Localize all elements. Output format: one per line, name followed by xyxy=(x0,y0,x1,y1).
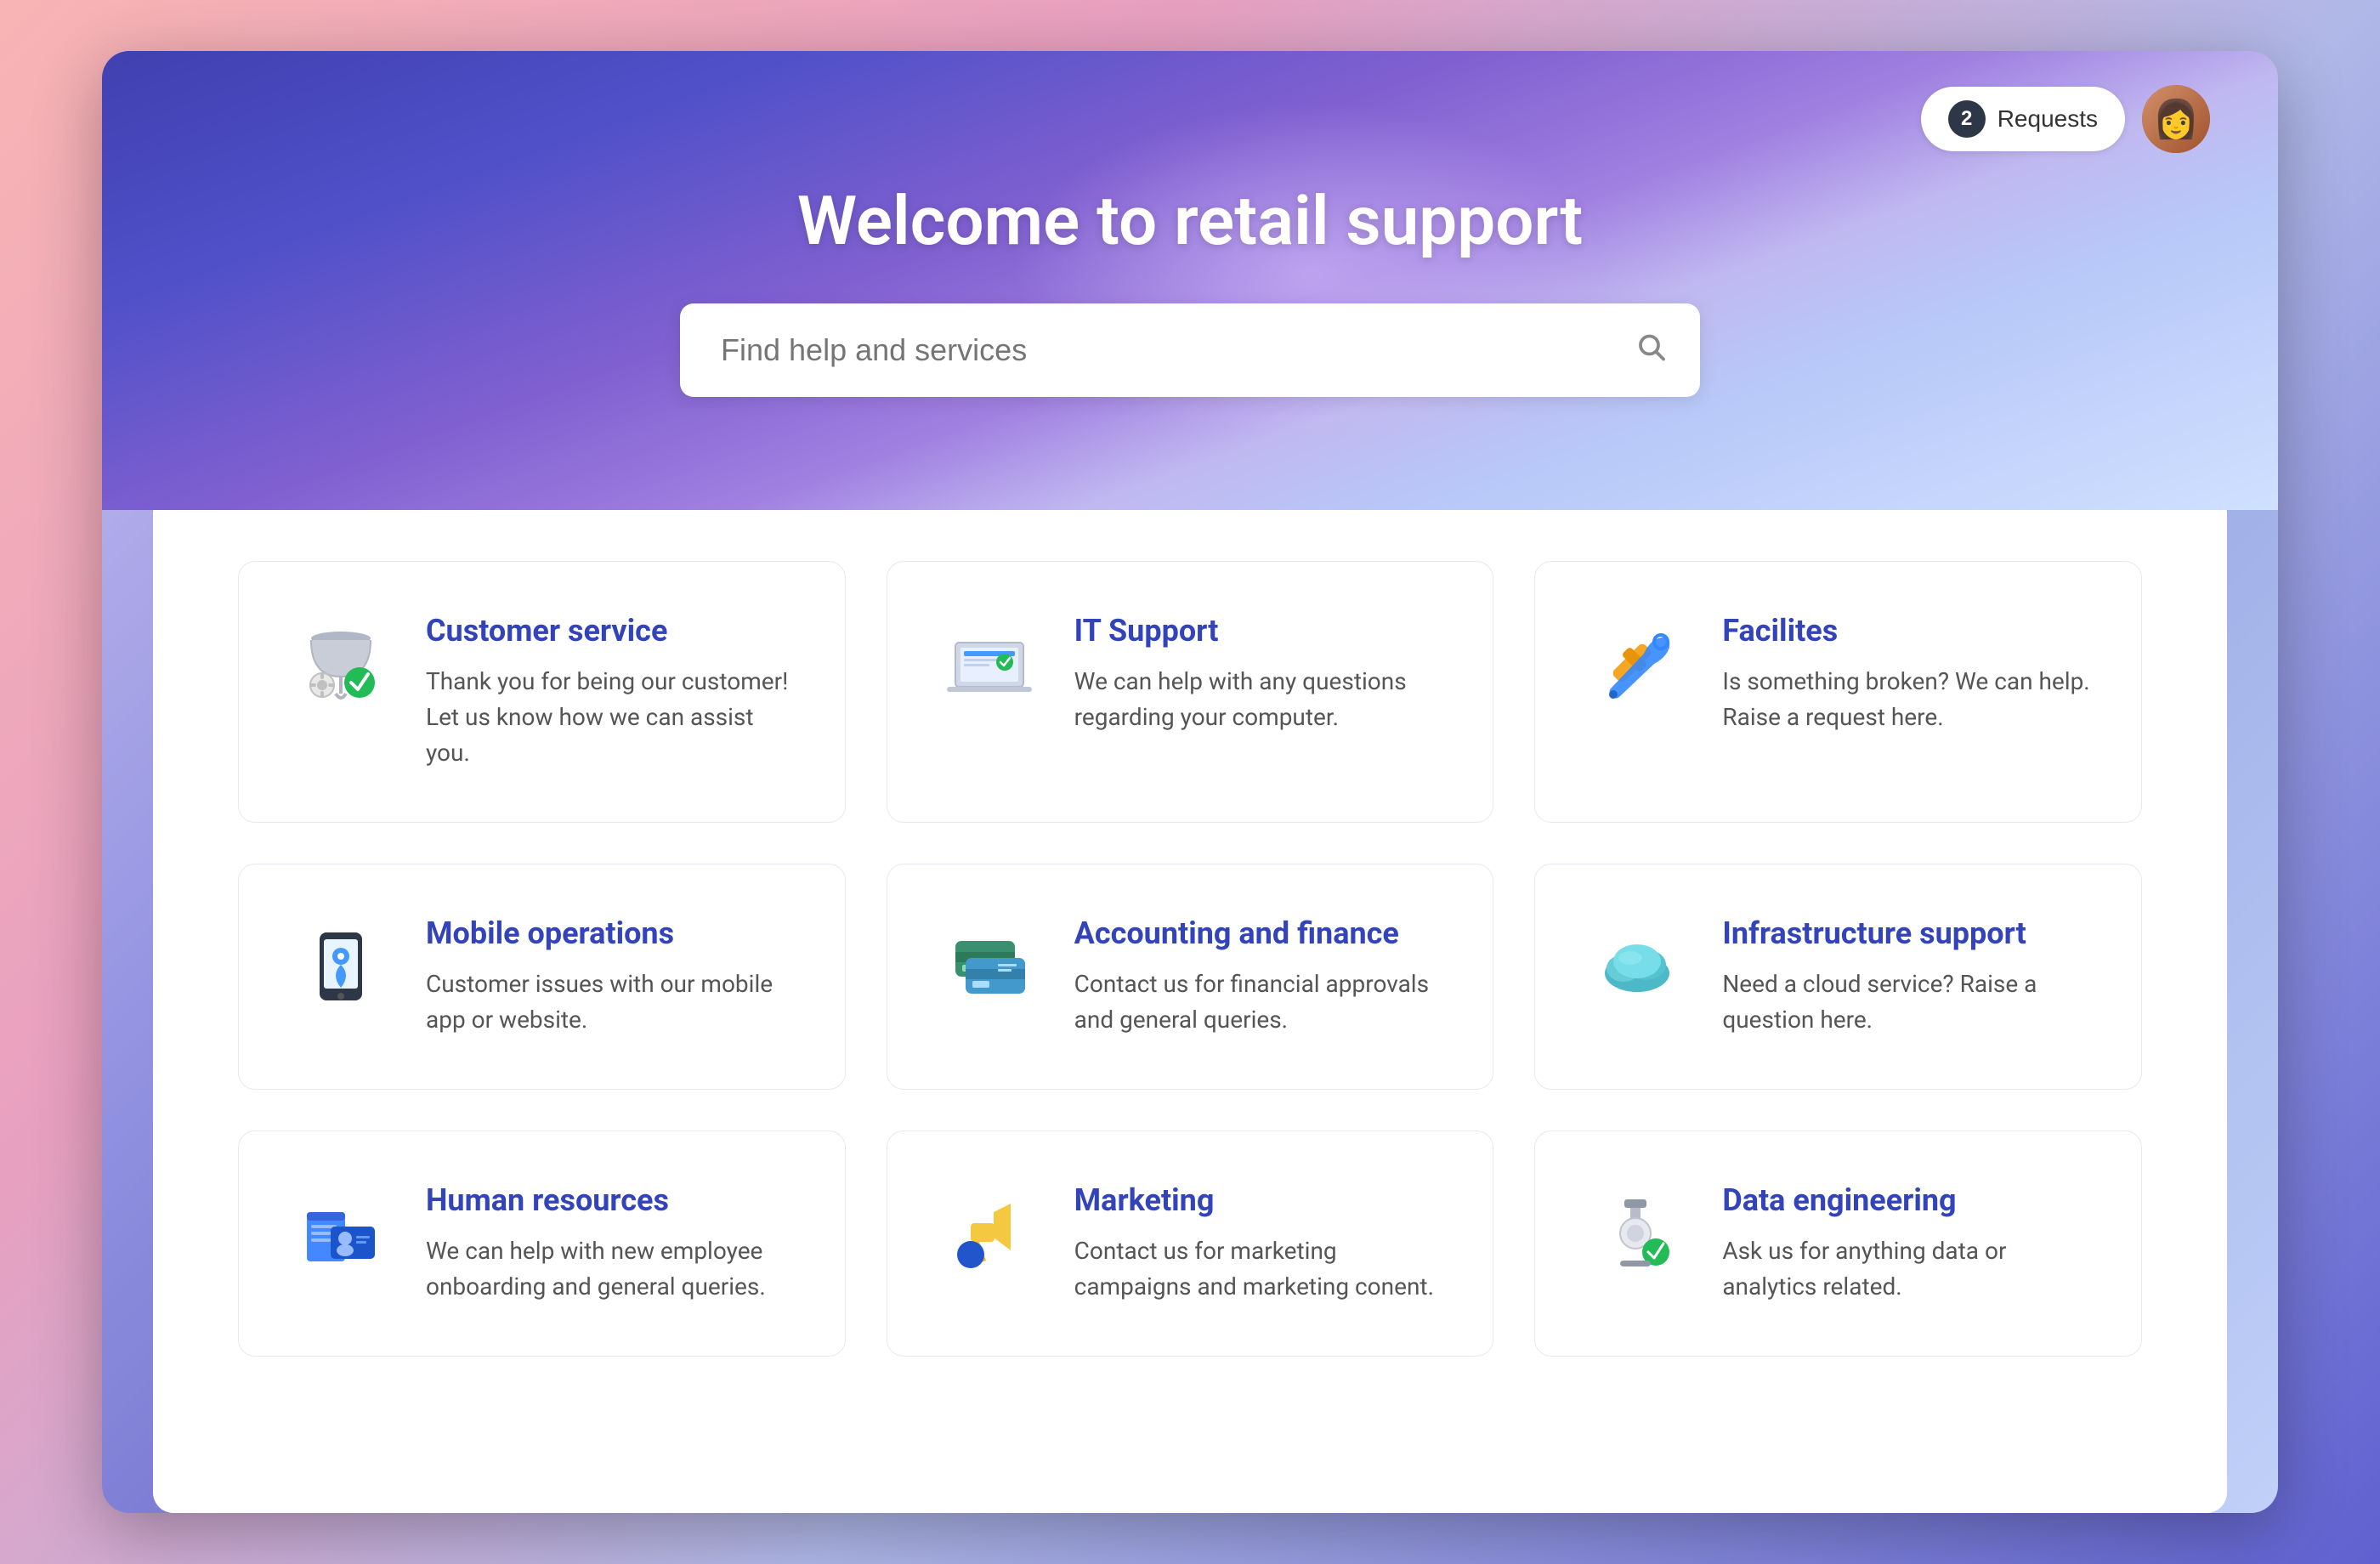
card-marketing[interactable]: Marketing Contact us for marketing campa… xyxy=(887,1130,1494,1357)
card-facilities[interactable]: Facilites Is something broken? We can he… xyxy=(1534,561,2142,823)
card-data-engineering[interactable]: Data engineering Ask us for anything dat… xyxy=(1534,1130,2142,1357)
card-it-support-desc: We can help with any questions regarding… xyxy=(1074,664,1442,735)
cards-grid: Customer service Thank you for being our… xyxy=(238,561,2142,1357)
search-bar xyxy=(680,303,1700,397)
card-facilities-desc: Is something broken? We can help. Raise … xyxy=(1722,664,2090,735)
card-infrastructure[interactable]: Infrastructure support Need a cloud serv… xyxy=(1534,864,2142,1090)
card-marketing-desc: Contact us for marketing campaigns and m… xyxy=(1074,1233,1442,1305)
main-content: Customer service Thank you for being our… xyxy=(153,493,2227,1513)
card-infrastructure-title: Infrastructure support xyxy=(1722,915,2090,951)
card-human-resources-body: Human resources We can help with new emp… xyxy=(426,1182,794,1305)
card-it-support-title: IT Support xyxy=(1074,613,1442,649)
card-customer-service-title: Customer service xyxy=(426,613,794,649)
card-customer-service-body: Customer service Thank you for being our… xyxy=(426,613,794,771)
card-customer-service-desc: Thank you for being our customer! Let us… xyxy=(426,664,794,771)
infrastructure-support-icon xyxy=(1586,915,1688,1017)
avatar[interactable] xyxy=(2142,85,2210,153)
requests-badge: 2 xyxy=(1948,100,1986,138)
card-data-engineering-body: Data engineering Ask us for anything dat… xyxy=(1722,1182,2090,1305)
search-input[interactable] xyxy=(680,303,1700,397)
requests-button[interactable]: 2 Requests xyxy=(1921,87,2125,151)
card-infrastructure-desc: Need a cloud service? Raise a question h… xyxy=(1722,966,2090,1038)
card-facilities-body: Facilites Is something broken? We can he… xyxy=(1722,613,2090,735)
card-facilities-title: Facilites xyxy=(1722,613,2090,649)
hero-section: 2 Requests Welcome to retail support xyxy=(102,51,2278,510)
requests-label: Requests xyxy=(1998,105,2098,133)
it-support-icon xyxy=(938,613,1040,715)
card-infrastructure-body: Infrastructure support Need a cloud serv… xyxy=(1722,915,2090,1038)
card-human-resources-title: Human resources xyxy=(426,1182,794,1218)
card-accounting-finance-desc: Contact us for financial approvals and g… xyxy=(1074,966,1442,1038)
mobile-operations-icon xyxy=(290,915,392,1017)
card-data-engineering-title: Data engineering xyxy=(1722,1182,2090,1218)
card-accounting-finance-title: Accounting and finance xyxy=(1074,915,1442,951)
avatar-image xyxy=(2142,85,2210,153)
accounting-finance-icon xyxy=(938,915,1040,1017)
data-engineering-icon xyxy=(1586,1182,1688,1284)
card-mobile-operations[interactable]: Mobile operations Customer issues with o… xyxy=(238,864,846,1090)
card-mobile-operations-desc: Customer issues with our mobile app or w… xyxy=(426,966,794,1038)
customer-service-icon xyxy=(290,613,392,715)
card-marketing-title: Marketing xyxy=(1074,1182,1442,1218)
marketing-icon xyxy=(938,1182,1040,1284)
card-marketing-body: Marketing Contact us for marketing campa… xyxy=(1074,1182,1442,1305)
card-accounting-finance[interactable]: Accounting and finance Contact us for fi… xyxy=(887,864,1494,1090)
card-accounting-finance-body: Accounting and finance Contact us for fi… xyxy=(1074,915,1442,1038)
card-mobile-operations-body: Mobile operations Customer issues with o… xyxy=(426,915,794,1038)
card-human-resources-desc: We can help with new employee onboarding… xyxy=(426,1233,794,1305)
card-human-resources[interactable]: Human resources We can help with new emp… xyxy=(238,1130,846,1357)
card-data-engineering-desc: Ask us for anything data or analytics re… xyxy=(1722,1233,2090,1305)
app-container: 2 Requests Welcome to retail support xyxy=(102,51,2278,1513)
hero-title: Welcome to retail support xyxy=(797,181,1583,261)
top-bar: 2 Requests xyxy=(1921,85,2210,153)
search-icon xyxy=(1635,332,1666,370)
card-it-support[interactable]: IT Support We can help with any question… xyxy=(887,561,1494,823)
card-customer-service[interactable]: Customer service Thank you for being our… xyxy=(238,561,846,823)
card-it-support-body: IT Support We can help with any question… xyxy=(1074,613,1442,735)
facilities-icon xyxy=(1586,613,1688,715)
card-mobile-operations-title: Mobile operations xyxy=(426,915,794,951)
human-resources-icon xyxy=(290,1182,392,1284)
